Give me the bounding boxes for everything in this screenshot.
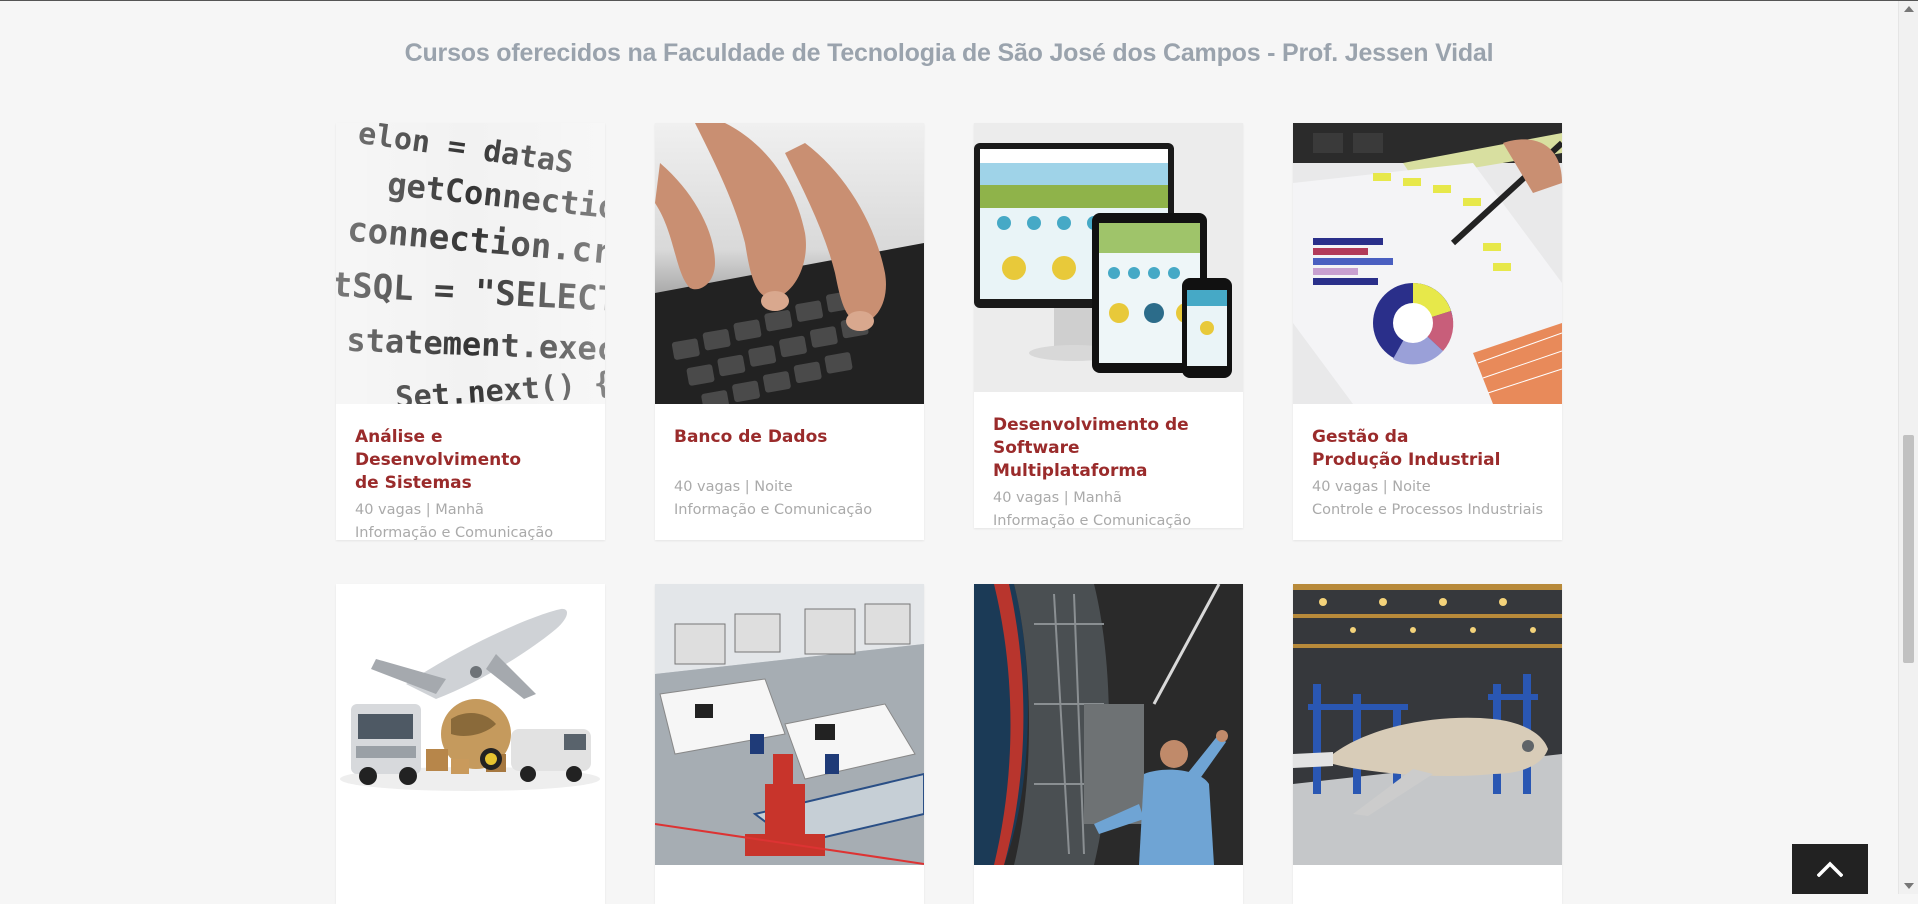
course-title[interactable]: Gestão da Produção Industrial [1312, 426, 1544, 472]
course-title[interactable]: Análise e Desenvolvimento de Sistemas [355, 426, 587, 495]
course-title-line1[interactable]: Banco de Dados [674, 427, 827, 447]
back-to-top-button[interactable] [1792, 844, 1868, 894]
chevron-up-icon [1817, 861, 1843, 877]
scroll-down-icon[interactable] [1904, 883, 1914, 889]
course-card[interactable]: Gestão da Produção Industrial 40 vagas |… [1293, 123, 1562, 540]
aircraft-assembly-image[interactable] [1293, 584, 1562, 865]
vertical-scrollbar[interactable] [1898, 1, 1918, 894]
course-area: Informação e Comunicação [355, 525, 554, 541]
course-title-line1[interactable]: Análise e Desenvolvimento [355, 427, 521, 470]
scroll-up-icon[interactable] [1904, 6, 1914, 12]
course-card[interactable]: Desenvolvimento de Software Multiplatafo… [974, 123, 1243, 529]
code-screen-image[interactable]: elon = dataS getConnectio connection.cre… [336, 123, 605, 404]
course-card[interactable] [1293, 584, 1562, 904]
course-title[interactable]: Banco de Dados [674, 426, 906, 449]
course-title-line2[interactable]: Produção Industrial [1312, 450, 1500, 470]
course-vacancies: 40 vagas | Noite [1312, 479, 1431, 495]
course-area: Controle e Processos Industriais [1312, 502, 1544, 518]
course-card[interactable]: elon = dataS getConnectio connection.cre… [336, 123, 605, 541]
course-card[interactable] [336, 584, 605, 904]
multi-device-image[interactable] [974, 123, 1243, 392]
course-title-line1[interactable]: Desenvolvimento de [993, 415, 1189, 435]
course-title[interactable]: Desenvolvimento de Software Multiplatafo… [993, 414, 1225, 483]
course-area: Informação e Comunicação [674, 502, 873, 518]
logistics-image[interactable] [336, 584, 605, 865]
courses-grid: elon = dataS getConnectio connection.cre… [336, 123, 1562, 904]
course-title-line1[interactable]: Gestão da [1312, 427, 1408, 447]
charts-analysis-image[interactable] [1293, 123, 1562, 404]
keyboard-hands-image[interactable] [655, 123, 924, 404]
course-area: Informação e Comunicação [993, 513, 1192, 529]
page-title: Cursos oferecidos na Faculdade de Tecnol… [404, 39, 1494, 67]
scrollbar-thumb[interactable] [1903, 435, 1914, 663]
course-card[interactable] [655, 584, 924, 904]
course-card[interactable]: Banco de Dados 40 vagas | Noite Informaç… [655, 123, 924, 540]
course-vacancies: 40 vagas | Manhã [355, 502, 484, 518]
course-card[interactable] [974, 584, 1243, 904]
course-vacancies: 40 vagas | Noite [674, 479, 793, 495]
course-title-line2[interactable]: Software Multiplataforma [993, 438, 1148, 481]
industrial-lab-image[interactable] [655, 584, 924, 865]
course-vacancies: 40 vagas | Manhã [993, 490, 1122, 506]
course-title-line2[interactable]: de Sistemas [355, 473, 472, 493]
aircraft-engine-image[interactable] [974, 584, 1243, 865]
